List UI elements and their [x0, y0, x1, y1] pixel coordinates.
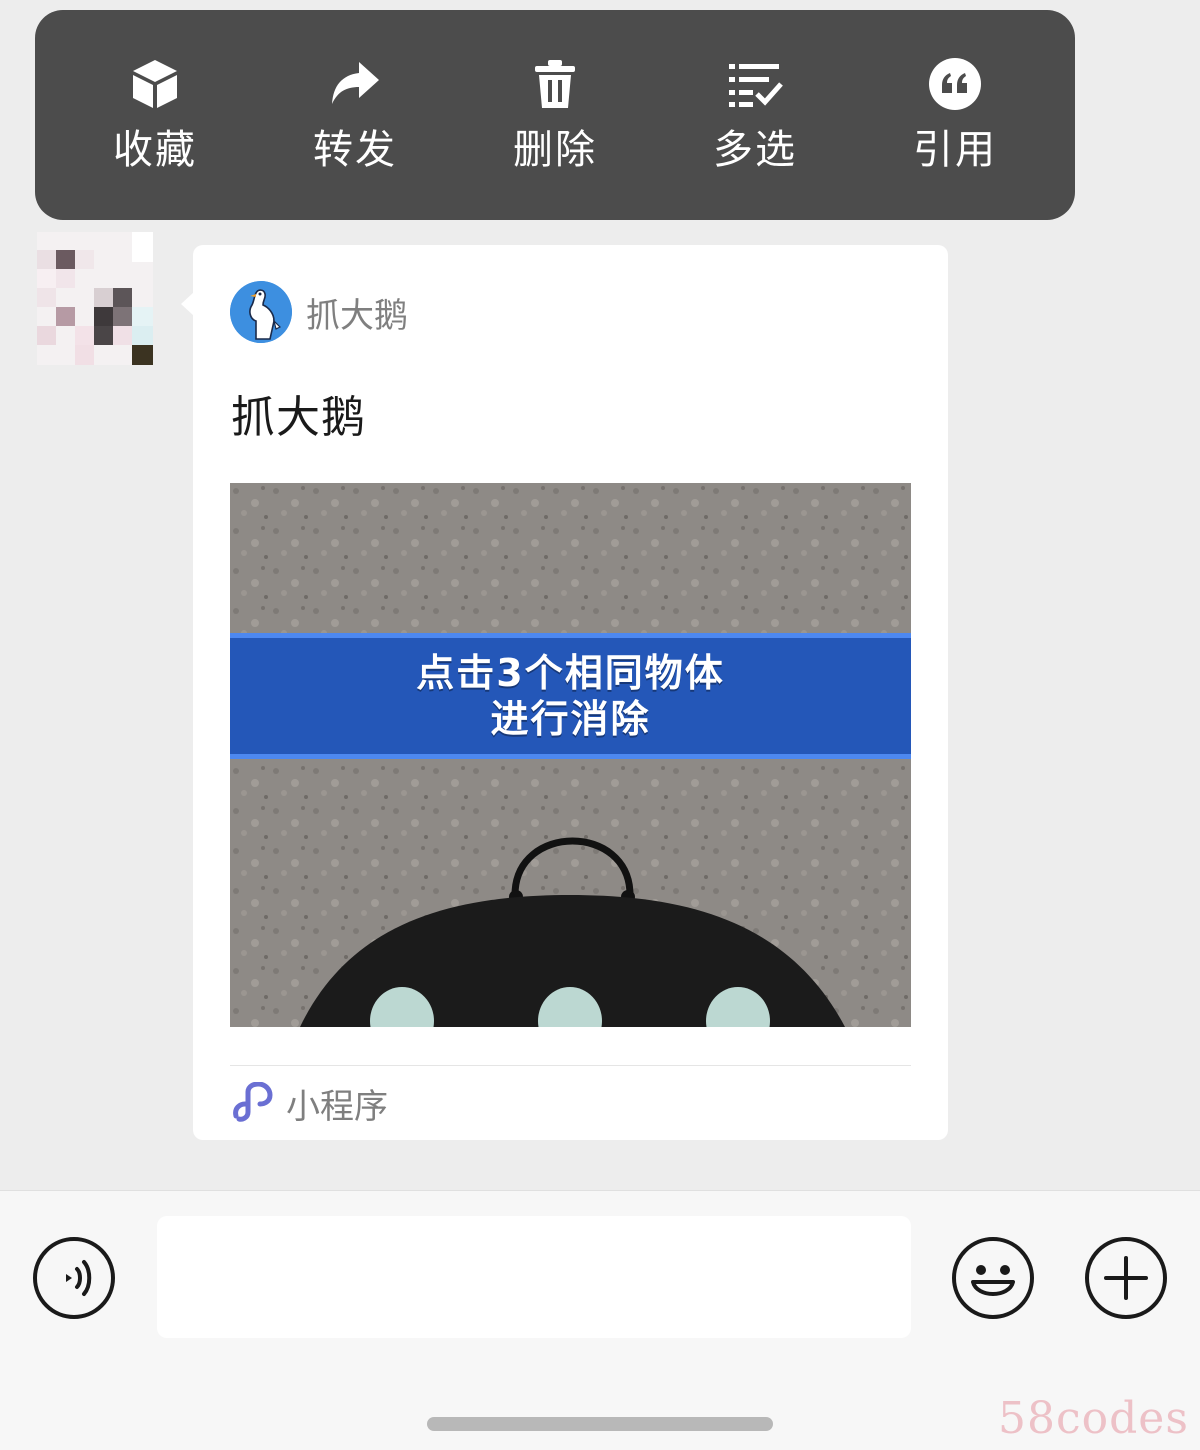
quote-icon [927, 56, 983, 112]
banner-line-1: 点击3个相同物体 [416, 651, 725, 695]
cube-icon [127, 56, 183, 112]
plus-icon [1084, 1237, 1168, 1324]
app-name: 抓大鹅 [306, 295, 408, 336]
plus-button[interactable] [1084, 1236, 1168, 1320]
trash-icon [527, 56, 583, 112]
card-divider [230, 1065, 911, 1066]
card-footer: 小程序 [230, 1079, 388, 1128]
multi-select-list-icon [727, 56, 783, 112]
message-context-menu: 收藏 转发 删除 多选 引用 [35, 10, 1075, 220]
menu-item-delete[interactable]: 删除 [475, 35, 635, 195]
mini-program-card[interactable]: 抓大鹅 抓大鹅 点击3个相同物体 进行消除 小程序 [193, 245, 948, 1140]
menu-item-multiselect[interactable]: 多选 [675, 35, 835, 195]
mini-program-label: 小程序 [286, 1087, 388, 1127]
menu-item-quote[interactable]: 引用 [875, 35, 1035, 195]
card-title: 抓大鹅 [231, 392, 366, 443]
goose-logo-icon [230, 281, 292, 343]
menu-item-forward[interactable]: 转发 [275, 35, 435, 195]
thumbnail-banner: 点击3个相同物体 进行消除 [230, 633, 911, 759]
emoji-button[interactable] [951, 1236, 1035, 1320]
voice-icon [32, 1237, 116, 1324]
menu-label-forward: 转发 [313, 127, 397, 173]
share-arrow-icon [327, 56, 383, 112]
menu-label-favorite: 收藏 [113, 127, 197, 173]
banner-line-2: 进行消除 [490, 697, 651, 741]
menu-item-favorite[interactable]: 收藏 [75, 35, 235, 195]
watermark: 58codes [998, 1393, 1189, 1444]
menu-label-quote: 引用 [913, 127, 997, 173]
mini-program-icon [230, 1080, 274, 1126]
home-indicator[interactable] [427, 1417, 773, 1431]
emoji-icon [951, 1237, 1035, 1324]
card-thumbnail: 点击3个相同物体 进行消除 [230, 483, 911, 1027]
chat-area: 收藏 转发 删除 多选 引用 抓大鹅 抓大鹅 点击3个相同物体 进行消除 小程序 [0, 0, 1200, 1190]
menu-label-delete: 删除 [513, 127, 597, 173]
pixelated-avatar[interactable] [37, 232, 153, 365]
card-header: 抓大鹅 [230, 281, 408, 343]
message-input[interactable] [157, 1216, 911, 1338]
menu-label-multiselect: 多选 [713, 127, 797, 173]
voice-button[interactable] [32, 1236, 116, 1320]
